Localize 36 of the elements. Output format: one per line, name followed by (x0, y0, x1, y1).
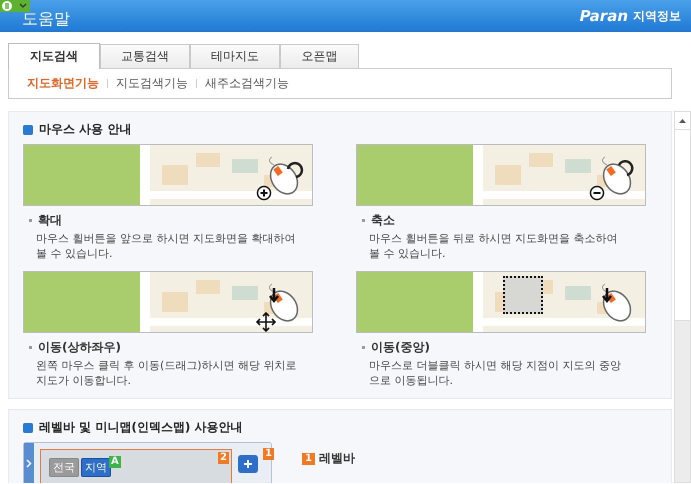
bullet-icon (362, 346, 365, 349)
marker-badge: A (109, 456, 121, 468)
scrollbar[interactable] (674, 111, 691, 483)
bullet-icon (29, 219, 32, 222)
service-name: 지역정보 (633, 8, 681, 24)
section-title: 레벨바 및 미니맵(인덱스맵) 사용안내 (39, 419, 243, 436)
nav-tab[interactable]: 오픈맵 (280, 44, 359, 68)
subnav-link[interactable]: 지도검색기능 (116, 75, 188, 92)
region-button[interactable]: 지역 (81, 458, 111, 477)
page-title: 도움말 (22, 8, 70, 30)
nav-tab[interactable]: 지도검색 (8, 43, 100, 69)
feature-description: 마우스 휠버튼을 앞으로 하시면 지도화면을 확대하여 볼 수 있습니다. (36, 231, 296, 261)
marker-badge: 2 (218, 452, 229, 464)
section-title: 마우스 사용 안내 (39, 121, 132, 138)
number-badge: 1 (302, 452, 315, 464)
plus-icon (243, 459, 253, 469)
feature-description: 왼쪽 마우스 클릭 후 이동(드래그)하시면 해당 위치로 지도가 이동합니다. (36, 358, 298, 388)
feature-title: 이동(중앙) (371, 339, 430, 356)
scroll-up-icon[interactable] (675, 112, 690, 130)
feature-title: 축소 (371, 212, 395, 229)
nav-tab[interactable]: 교통검색 (100, 44, 190, 68)
feature-description: 마우스로 더블클릭 하시면 해당 지점이 지도의 중앙으로 이동됩니다. (369, 358, 622, 388)
brand-logo: Paran (580, 7, 628, 25)
subnav-link[interactable]: 새주소검색기능 (205, 75, 289, 92)
bullet-icon (362, 219, 365, 222)
legend-label: 레벨바 (318, 450, 355, 467)
feature-title: 이동(상하좌우) (38, 339, 121, 356)
expand-handle[interactable] (24, 443, 34, 483)
nav-tab[interactable]: 테마지도 (190, 44, 280, 68)
feature-title: 확대 (38, 212, 62, 229)
bullet-icon (29, 346, 32, 349)
marker-badge: 1 (263, 448, 274, 460)
extension-badge-icon[interactable] (0, 0, 30, 12)
zoom-plus-button[interactable] (238, 455, 258, 473)
scroll-thumb[interactable] (675, 130, 690, 321)
feature-description: 마우스 휠버튼을 뒤로 하시면 지도화면을 축소하여 볼 수 있습니다. (369, 231, 618, 261)
